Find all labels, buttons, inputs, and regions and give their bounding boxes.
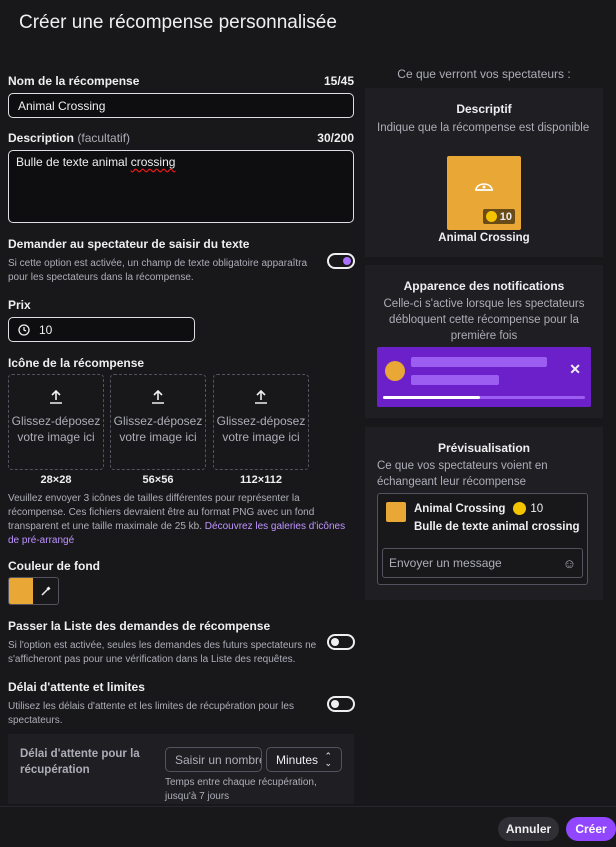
cooldown-placeholder: Saisir un nombre	[175, 752, 262, 767]
upload-icon	[152, 389, 164, 404]
cooldown-sub-help: Temps entre chaque récupération, jusqu'à…	[165, 777, 317, 802]
cooldown-input[interactable]: Saisir un nombre	[165, 747, 262, 772]
cost-badge: 10	[482, 209, 515, 224]
description-textarea[interactable]: Bulle de texte animal crossing	[8, 150, 354, 223]
icon-drop-28[interactable]: Glissez-déposez votre image ici	[8, 374, 104, 470]
size-label: 56×56	[142, 474, 174, 486]
reward-message: Bulle de texte animal crossing	[414, 521, 580, 533]
cooldown-sub-label: Délai d'attente pour la récupération	[20, 748, 140, 776]
notification-banner: ✕	[377, 347, 591, 407]
chat-preview: Animal Crossing 10 Bulle de texte animal…	[377, 493, 588, 585]
icon-drop-112[interactable]: Glissez-déposez votre image ici	[213, 374, 309, 470]
close-icon[interactable]: ✕	[569, 361, 581, 378]
name-counter: 15/45	[323, 74, 354, 88]
name-value: Animal Crossing	[18, 98, 106, 113]
eyedropper-icon[interactable]	[33, 578, 58, 604]
emoji-icon[interactable]: ☺	[563, 556, 576, 571]
cost-value: 10	[499, 210, 512, 223]
color-picker[interactable]	[8, 577, 59, 605]
preview-title: Prévisualisation	[437, 441, 531, 455]
placeholder-line	[411, 375, 499, 385]
price-value: 10	[39, 322, 53, 337]
price-input[interactable]: 10	[8, 317, 195, 342]
placeholder-line	[411, 357, 547, 367]
progress-track	[383, 396, 585, 399]
preview-desc: Ce que vos spectateurs voient en échange…	[377, 460, 548, 488]
chevron-updown-icon: ⌃ ⌄	[324, 750, 332, 768]
skip-queue-help: Si l'option est activée, seules les dema…	[8, 640, 317, 665]
descriptive-desc: Indique que la récompense est disponible	[377, 122, 590, 134]
color-swatch[interactable]	[9, 578, 33, 604]
skip-queue-toggle[interactable]	[327, 634, 355, 650]
create-button[interactable]: Créer	[566, 817, 616, 841]
notifications-panel: Apparence des notifications Celle-ci s'a…	[365, 265, 603, 418]
notifications-title: Apparence des notifications	[403, 279, 565, 293]
drop-text: Glissez-déposez votre image ici	[216, 414, 306, 444]
cancel-button[interactable]: Annuler	[498, 817, 559, 841]
reward-icon	[386, 502, 406, 522]
reward-line: Animal Crossing 10	[414, 502, 543, 515]
size-label: 28×28	[40, 474, 72, 486]
coin-icon	[485, 211, 497, 222]
chat-placeholder: Envoyer un message	[389, 556, 502, 570]
unit-value: Minutes	[276, 752, 319, 767]
require-text-toggle[interactable]	[327, 253, 355, 269]
preview-panel: Prévisualisation Ce que vos spectateurs …	[365, 427, 603, 600]
upload-icon	[255, 389, 267, 404]
toggle-knob	[331, 700, 339, 708]
misspelled-word: crossing	[130, 155, 176, 169]
coin-icon	[513, 502, 527, 515]
name-label: Nom de la récompense	[8, 74, 140, 88]
reward-name: Animal Crossing	[438, 232, 530, 244]
preview-heading: Ce que verront vos spectateurs :	[397, 67, 571, 81]
reward-icon	[385, 361, 405, 381]
price-label: Prix	[8, 298, 31, 312]
name-input[interactable]: Animal Crossing	[8, 93, 354, 118]
descriptive-title: Descriptif	[456, 102, 512, 116]
icon-help: Veuillez envoyer 3 icônes de tailles dif…	[8, 493, 346, 546]
drop-text: Glissez-déposez votre image ici	[11, 414, 101, 444]
optional-label: (facultatif)	[77, 131, 131, 145]
size-label: 112×112	[240, 474, 282, 486]
require-text-help: Si cette option est activée, un champ de…	[8, 258, 308, 283]
descriptive-panel: Descriptif Indique que la récompense est…	[365, 88, 603, 257]
cooldown-toggle[interactable]	[327, 696, 355, 712]
reward-name: Animal Crossing	[414, 502, 506, 515]
notifications-desc: Celle-ci s'active lorsque les spectateur…	[383, 298, 585, 342]
cooldown-unit-select[interactable]: Minutes ⌃ ⌄	[266, 747, 342, 772]
cooldown-help: Utilisez les délais d'attente et les lim…	[8, 701, 294, 726]
description-text: Bulle de texte animal	[16, 155, 131, 169]
chat-input[interactable]: Envoyer un message ☺	[382, 548, 583, 578]
icon-label: Icône de la récompense	[8, 356, 145, 370]
cooldown-label: Délai d'attente et limites	[8, 680, 145, 694]
cooldown-panel: Délai d'attente pour la récupération Sai…	[8, 734, 354, 804]
require-text-label: Demander au spectateur de saisir du text…	[8, 237, 250, 251]
description-counter: 30/200	[317, 131, 354, 145]
bg-color-label: Couleur de fond	[8, 559, 100, 573]
toggle-knob	[331, 638, 339, 646]
cost-value: 10	[530, 502, 544, 515]
speech-bubble-icon	[475, 183, 493, 191]
toggle-knob	[343, 257, 351, 265]
progress-fill	[383, 396, 480, 399]
icon-drop-56[interactable]: Glissez-déposez votre image ici	[110, 374, 206, 470]
description-label: Description (facultatif)	[8, 131, 131, 145]
upload-icon	[50, 389, 62, 404]
modal-title: Créer une récompense personnalisée	[19, 12, 337, 33]
reward-tile: 10	[447, 156, 521, 230]
skip-queue-label: Passer la Liste des demandes de récompen…	[8, 619, 271, 633]
clock-icon	[18, 323, 30, 336]
drop-text: Glissez-déposez votre image ici	[113, 414, 203, 444]
